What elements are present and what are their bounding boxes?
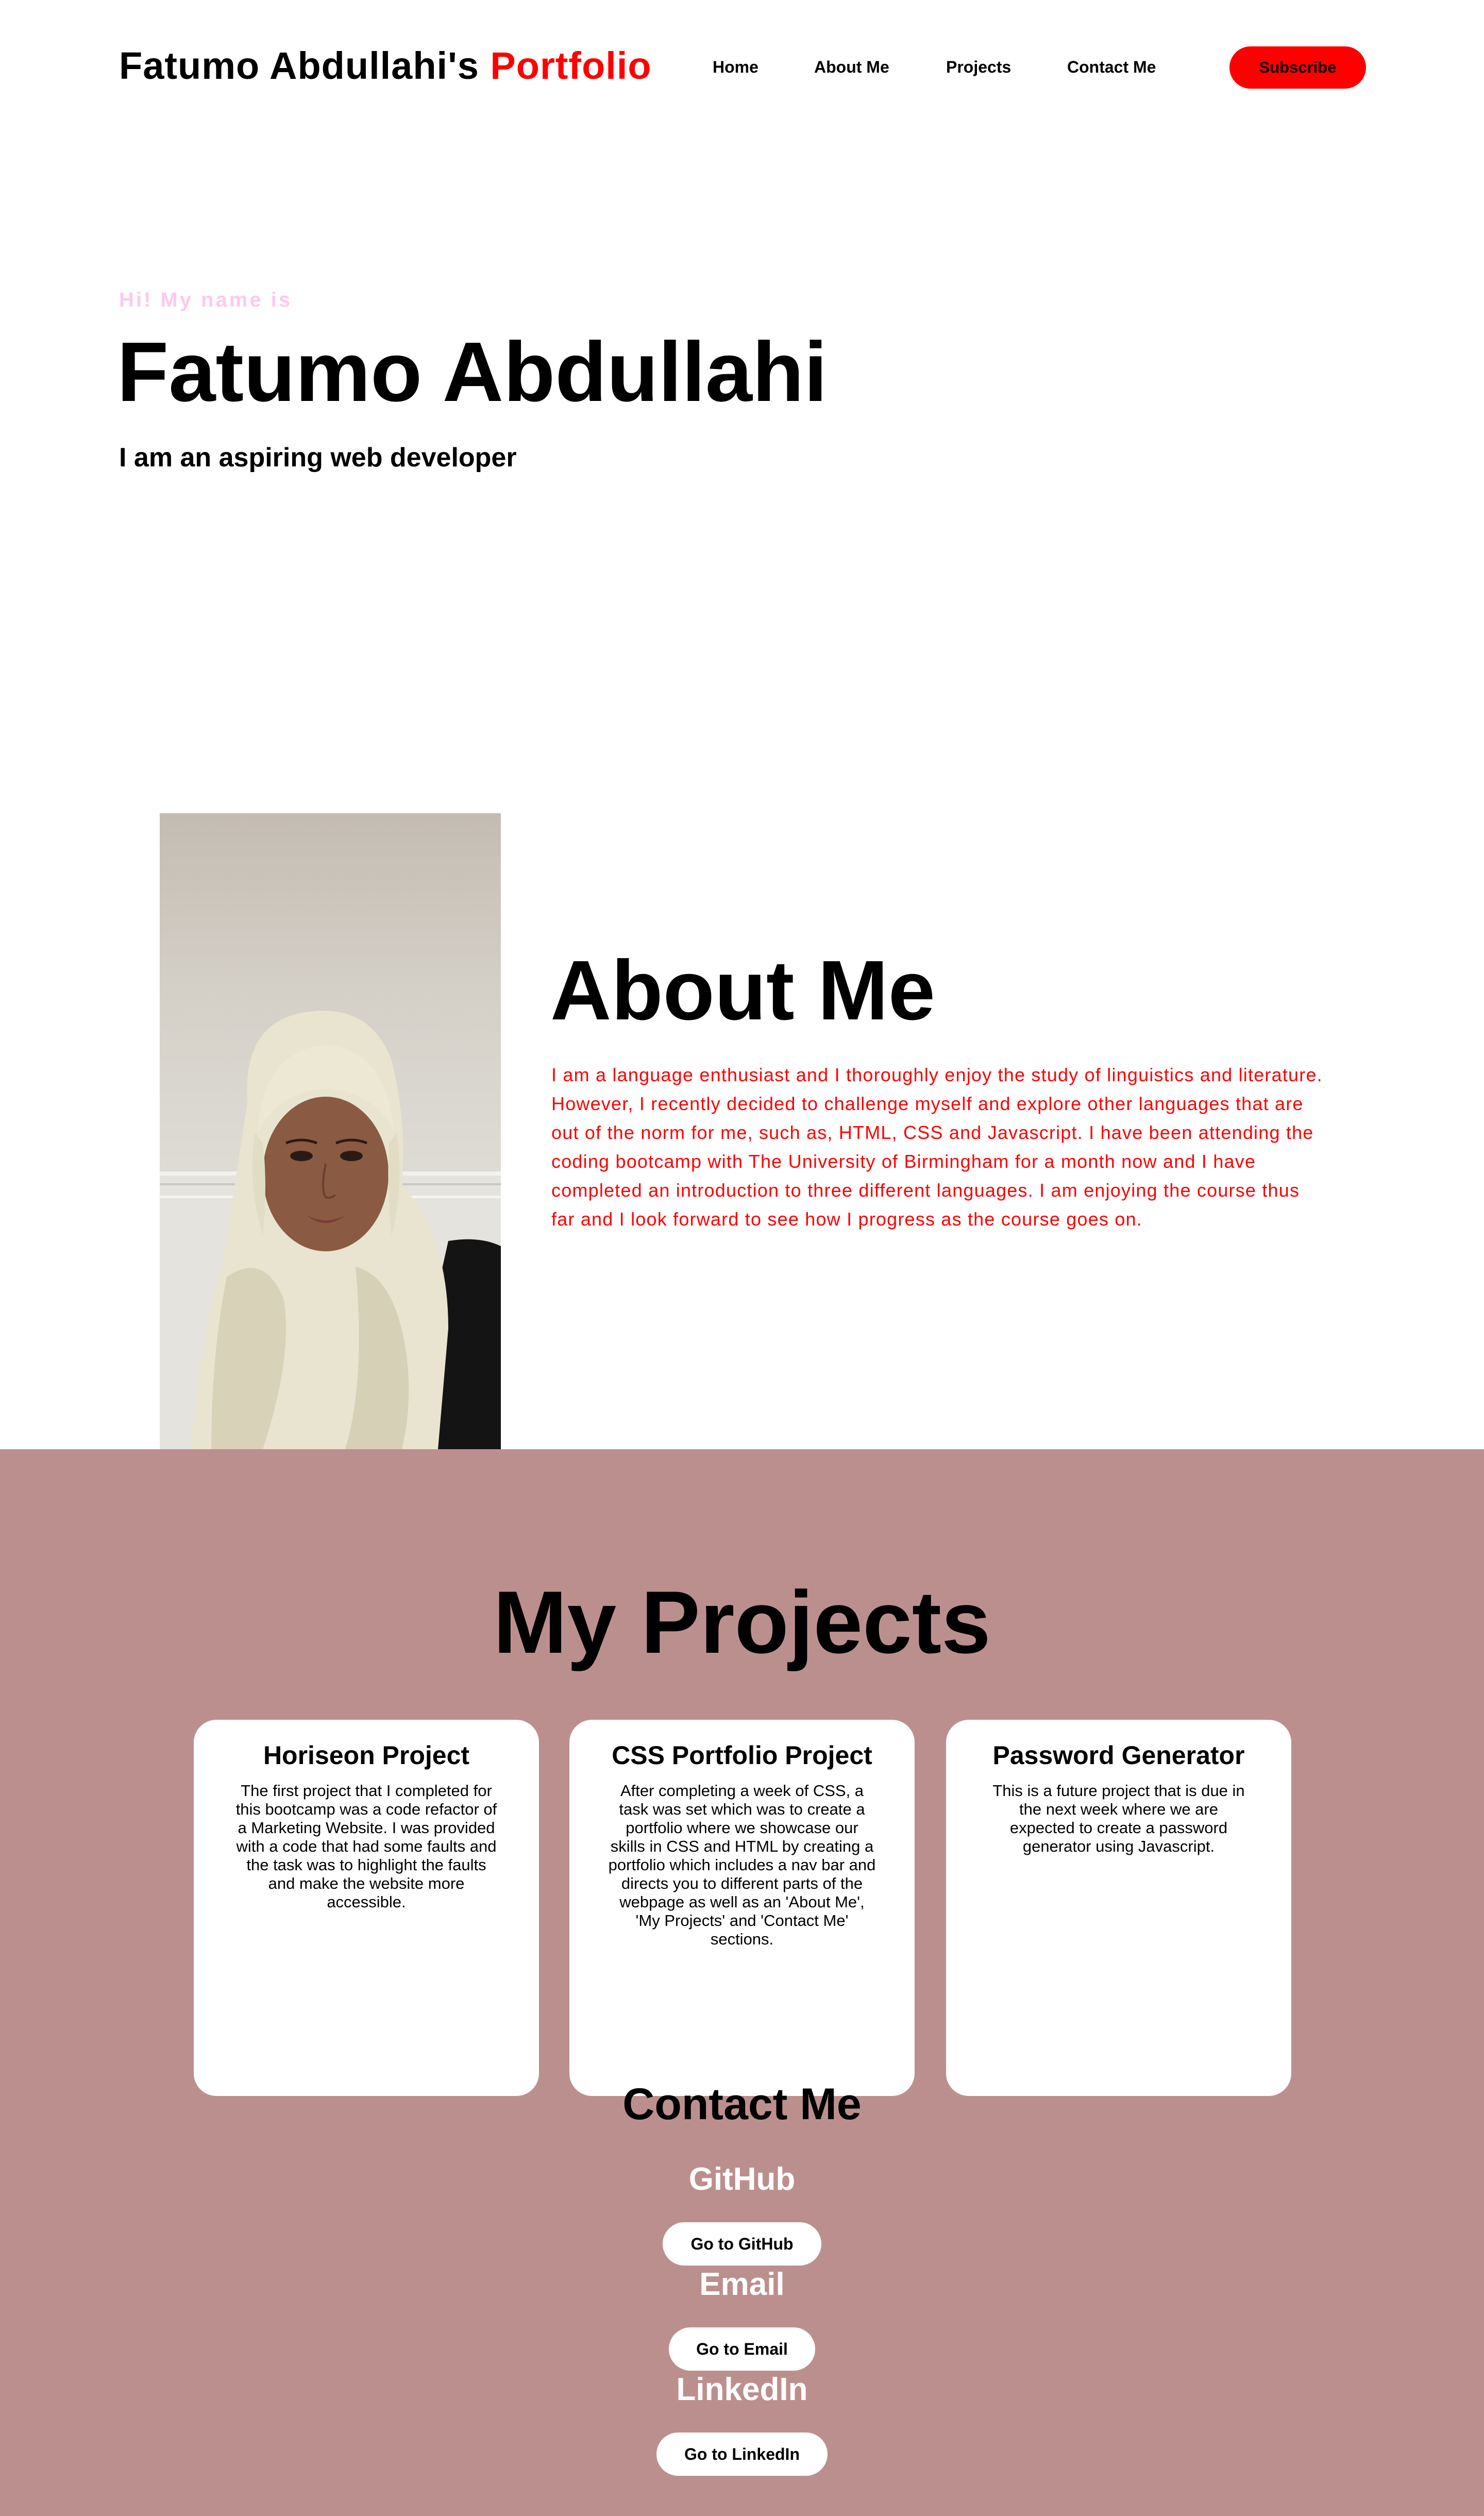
nav-projects[interactable]: Projects: [946, 58, 1011, 77]
logo-accent: Portfolio: [490, 44, 652, 87]
about-title: About Me: [550, 943, 935, 1037]
email-label: Email: [699, 2267, 785, 2302]
subscribe-button[interactable]: Subscribe: [1229, 46, 1366, 89]
hero-greeting: Hi! My name is: [119, 289, 293, 311]
project-description: The first project that I completed for t…: [235, 1782, 497, 1911]
projects-title: My Projects: [493, 1573, 991, 1672]
project-title: CSS Portfolio Project: [612, 1741, 872, 1770]
logo-name: Fatumo Abdullahi's: [119, 44, 479, 87]
project-title: Horiseon Project: [263, 1741, 470, 1770]
project-description: This is a future project that is due in …: [992, 1782, 1245, 1855]
projects-section: My Projects Horiseon Project The first p…: [0, 1449, 1484, 2516]
project-title: Password Generator: [992, 1741, 1245, 1770]
nav-contact-me[interactable]: Contact Me: [1067, 58, 1156, 77]
hero-tagline: I am an aspiring web developer: [119, 443, 517, 473]
email-button[interactable]: Go to Email: [669, 2327, 815, 2371]
profile-photo: [160, 813, 501, 1449]
nav-home[interactable]: Home: [713, 58, 758, 77]
linkedin-label: LinkedIn: [676, 2372, 808, 2407]
github-button[interactable]: Go to GitHub: [663, 2222, 821, 2266]
contact-title: Contact Me: [622, 2079, 862, 2129]
about-text: I am a language enthusiast and I thoroug…: [551, 1064, 1323, 1230]
project-card[interactable]: Horiseon Project The first project that …: [194, 1720, 539, 2096]
linkedin-button[interactable]: Go to LinkedIn: [656, 2433, 828, 2476]
github-label: GitHub: [688, 2161, 796, 2197]
project-description: After completing a week of CSS, a task w…: [608, 1782, 876, 1948]
project-card[interactable]: CSS Portfolio Project After completing a…: [569, 1720, 915, 2096]
site-header: Fatumo Abdullahi's Portfolio Home About …: [0, 0, 1484, 134]
site-logo[interactable]: Fatumo Abdullahi's Portfolio: [119, 44, 652, 88]
project-card[interactable]: Password Generator This is a future proj…: [946, 1720, 1291, 2096]
nav-about-me[interactable]: About Me: [814, 58, 889, 77]
hero-name: Fatumo Abdullahi: [117, 325, 828, 419]
